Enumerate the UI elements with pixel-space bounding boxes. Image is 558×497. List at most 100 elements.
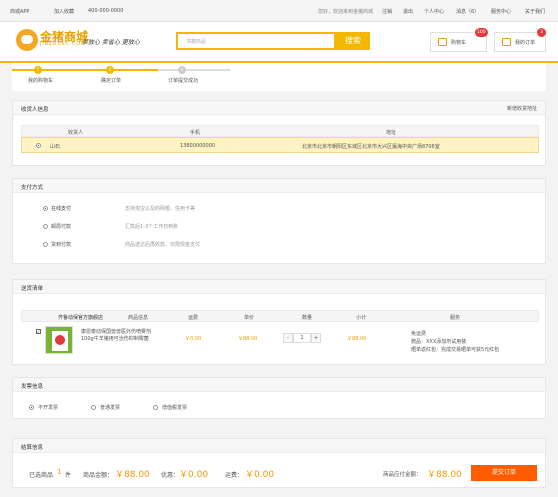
about-link[interactable]: 关于我们 bbox=[525, 8, 545, 15]
pay-cod-radio[interactable] bbox=[43, 242, 48, 247]
header: 金猪商城 JINZHUSC.COM 买放心 卖省心 更放心 书籍商品 搜索 购物… bbox=[0, 22, 558, 62]
shipping-table-header: 齐鲁动保官方旗舰店 商品信息 运费 单价 数量 小计 服务 bbox=[21, 310, 539, 322]
welcome-text: 您好，欢迎来到金猪商城 bbox=[318, 9, 374, 15]
pay-online-radio[interactable] bbox=[43, 206, 48, 211]
invoice-section: 发票信息 不开发票 普通发票 增值税发票 bbox=[12, 377, 546, 419]
invoice-normal-radio[interactable] bbox=[91, 405, 96, 410]
product-name[interactable]: 康恩泰动保国兽兽医外伤喷雾剂 100g牛羊猪用可治伤抑制霉菌 bbox=[81, 329, 161, 343]
item-price: ￥88.00 bbox=[238, 336, 258, 342]
cart-icon bbox=[438, 38, 447, 46]
step-2-label: 确定订单 bbox=[101, 78, 122, 84]
amount-label: 商品金额： bbox=[83, 472, 114, 479]
col-consignee: 收货人 bbox=[68, 130, 84, 136]
submit-order-button[interactable]: 提交订单 bbox=[471, 465, 537, 481]
service-redpacket: 晒单返红包：完成交易晒单可获5元红包 bbox=[411, 347, 500, 353]
settlement-title: 结算信息 bbox=[21, 445, 44, 451]
logo-domain: JINZHUSC.COM bbox=[40, 42, 86, 47]
pig-logo-icon[interactable] bbox=[16, 29, 38, 51]
payable-label: 商品应付金额： bbox=[383, 472, 422, 478]
step-3-label: 订单提交成功 bbox=[168, 78, 199, 84]
address-row[interactable]: 山石 13800000000 北京市北京市朝阳区东城区北京市大兴区瀛海中央广场8… bbox=[21, 137, 539, 153]
selected-count: 1 bbox=[57, 468, 62, 476]
selected-count-label: 已选商品 bbox=[29, 472, 54, 479]
service-gift: 赠品：XXX添加剂试用装 bbox=[411, 339, 467, 345]
pay-online-desc: 支持淘宝以及的网银、信用卡等 bbox=[125, 206, 196, 212]
pay-post-radio[interactable] bbox=[43, 224, 48, 229]
search-input[interactable]: 书籍商品 bbox=[176, 32, 336, 50]
account-link[interactable]: 个人中心 bbox=[424, 8, 444, 15]
qty-increase-button[interactable]: + bbox=[311, 333, 321, 343]
cart-label: 购物车 bbox=[451, 40, 467, 46]
discount-value: ￥0.00 bbox=[179, 470, 209, 480]
service-freight: 免运费 bbox=[411, 331, 427, 337]
shipping-header: 送货清单 bbox=[13, 280, 545, 294]
discount-label: 优惠： bbox=[161, 472, 180, 479]
store-name[interactable]: 齐鲁动保官方旗舰店 bbox=[58, 314, 103, 321]
search-placeholder: 书籍商品 bbox=[186, 39, 207, 45]
col-price: 单价 bbox=[244, 315, 255, 321]
qty-input[interactable]: 1 bbox=[293, 333, 311, 343]
step-3-dot: 3 bbox=[178, 66, 186, 74]
item-subtotal: ￥88.00 bbox=[347, 336, 367, 342]
address-radio[interactable] bbox=[36, 143, 41, 148]
add-address-link[interactable]: 新增收货地址 bbox=[507, 105, 537, 112]
freight-value: ￥0.00 bbox=[245, 470, 275, 480]
col-service: 服务 bbox=[450, 315, 461, 321]
settlement-section: 结算信息 已选商品 1 件 商品金额： ￥88.00 优惠： ￥0.00 运费：… bbox=[12, 438, 546, 488]
product-image[interactable] bbox=[45, 326, 73, 354]
invoice-none-radio[interactable] bbox=[29, 405, 34, 410]
invoice-vat-label[interactable]: 增值税发票 bbox=[162, 404, 187, 411]
item-checkbox[interactable]: ✓ bbox=[36, 329, 41, 334]
col-freight: 运费 bbox=[188, 315, 199, 321]
orders-button[interactable]: 我的订单 3 bbox=[494, 28, 546, 52]
cart-button[interactable]: 购物车 100 bbox=[430, 28, 488, 52]
freight-label: 运费： bbox=[225, 472, 244, 479]
qty-decrease-button[interactable]: - bbox=[283, 333, 293, 343]
selected-count-unit: 件 bbox=[65, 472, 72, 479]
col-subtotal: 小计 bbox=[356, 315, 367, 321]
shipping-title: 送货清单 bbox=[21, 286, 44, 292]
invoice-normal-label[interactable]: 普通发票 bbox=[100, 404, 120, 411]
address-title: 收货人信息 bbox=[21, 107, 49, 113]
item-freight: ￥0.00 bbox=[185, 336, 202, 342]
amount-value: ￥88.00 bbox=[115, 470, 150, 480]
order-progress: 1 2 3 我的购物车 确定订单 订单提交成功 bbox=[12, 63, 546, 91]
exit-link[interactable]: 退出 bbox=[403, 8, 413, 15]
messages-link[interactable]: 消息（6） bbox=[456, 8, 479, 15]
payment-section: 支付方式 在线支付 支持淘宝以及的网银、信用卡等 邮局付款 汇款后1-3个工作日… bbox=[12, 178, 546, 264]
slogan: 买放心 卖省心 更放心 bbox=[82, 39, 140, 46]
cart-count-badge: 100 bbox=[475, 28, 488, 37]
pay-cod-label[interactable]: 货到付款 bbox=[51, 241, 71, 248]
pay-online-label[interactable]: 在线支付 bbox=[51, 205, 71, 212]
pay-cod-desc: 商品送达后再收款，仅限现金支付 bbox=[125, 242, 201, 248]
address-table-header: 收货人 手机 地址 bbox=[21, 125, 539, 137]
invoice-vat-radio[interactable] bbox=[153, 405, 158, 410]
logout-link[interactable]: 注销 bbox=[382, 8, 392, 15]
payable-value: ￥88.00 bbox=[427, 470, 462, 480]
col-phone: 手机 bbox=[190, 130, 201, 136]
col-product: 商品信息 bbox=[128, 315, 149, 321]
invoice-title: 发票信息 bbox=[21, 384, 44, 390]
col-address: 地址 bbox=[386, 130, 397, 136]
top-bar: 商城APP 加入收藏 400-000-0000 您好，欢迎来到金猪商城 注销 退… bbox=[0, 0, 558, 22]
step-2-dot: 2 bbox=[106, 66, 114, 74]
consignee-name: 山石 bbox=[50, 144, 61, 150]
hotline: 400-000-0000 bbox=[88, 8, 124, 14]
settlement-header: 结算信息 bbox=[13, 439, 545, 453]
service-link[interactable]: 服务中心 bbox=[491, 8, 511, 15]
pay-post-label[interactable]: 邮局付款 bbox=[51, 223, 71, 230]
app-link[interactable]: 商城APP bbox=[10, 8, 29, 15]
payment-title: 支付方式 bbox=[21, 185, 44, 191]
orders-count-badge: 3 bbox=[537, 28, 546, 37]
step-1-label: 我的购物车 bbox=[28, 78, 54, 84]
invoice-none-label[interactable]: 不开发票 bbox=[38, 404, 58, 411]
search-button[interactable]: 搜索 bbox=[336, 32, 370, 50]
address-section: 收货人信息 新增收货地址 收货人 手机 地址 山石 13800000000 北京… bbox=[12, 100, 546, 166]
payment-header: 支付方式 bbox=[13, 179, 545, 193]
step-1-dot: 1 bbox=[34, 66, 42, 74]
orders-label: 我的订单 bbox=[515, 40, 536, 46]
consignee-phone: 13800000000 bbox=[180, 143, 215, 149]
pay-post-desc: 汇款后1-3个工作日到账 bbox=[125, 224, 179, 230]
favorite-link[interactable]: 加入收藏 bbox=[54, 8, 74, 15]
col-qty: 数量 bbox=[302, 315, 313, 321]
